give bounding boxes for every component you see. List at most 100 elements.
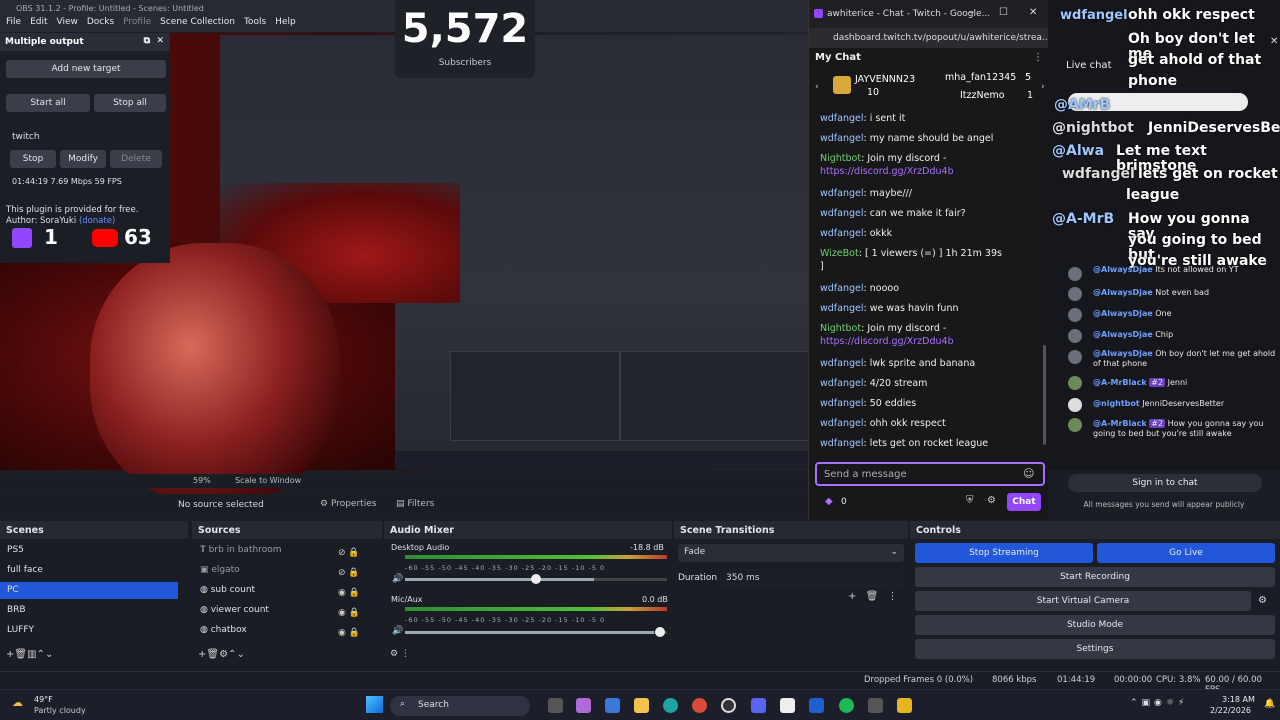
filters-button[interactable]: ▤ Filters [396, 499, 434, 509]
settings-button[interactable]: Settings [915, 639, 1275, 659]
edge-icon[interactable] [663, 698, 678, 713]
properties-button[interactable]: ⚙ Properties [320, 499, 376, 509]
float-icon[interactable]: ⧉ [144, 36, 150, 46]
virtual-camera-settings-icon[interactable]: ⚙ [1258, 595, 1267, 606]
move-down-icon[interactable]: ⌄ [236, 649, 244, 660]
go-live-button[interactable]: Go Live [1097, 543, 1275, 563]
send-message-input[interactable]: Send a message [815, 462, 1045, 486]
copilot-icon[interactable] [576, 698, 591, 713]
menu-profile[interactable]: Profile [123, 17, 151, 27]
scene-item[interactable]: BRB [7, 605, 26, 615]
add-new-target-button[interactable]: Add new target [6, 60, 166, 78]
chat-username[interactable]: wdfangel [820, 208, 864, 219]
scene-item[interactable]: LUFFY [7, 625, 34, 635]
mixer-settings-icon[interactable]: ⚙ ⋮ [390, 649, 410, 659]
visibility-icon[interactable]: ◉ 🔒 [338, 583, 360, 603]
tray-icons[interactable]: ⌃▣◉☼⚡ [1130, 698, 1188, 708]
source-settings-icon[interactable]: ⚙ [219, 649, 228, 660]
app-icon[interactable] [780, 698, 795, 713]
file-explorer-icon[interactable] [634, 698, 649, 713]
chat-username[interactable]: WizeBot [820, 248, 859, 259]
chat-username[interactable]: wdfangel [820, 398, 864, 409]
studio-mode-button[interactable]: Studio Mode [915, 615, 1275, 635]
visibility-icon[interactable]: ⊘ 🔒 [338, 543, 360, 563]
chat-username[interactable]: Nightbot [820, 323, 861, 334]
chat-username[interactable]: wdfangel [820, 378, 864, 389]
chat-send-button[interactable]: Chat [1007, 493, 1041, 511]
url-bar[interactable]: dashboard.twitch.tv/popout/u/awhiterice/… [809, 28, 1050, 48]
menu-help[interactable]: Help [275, 17, 296, 27]
volume-icon[interactable]: 🔊 [392, 574, 403, 584]
store-icon[interactable] [605, 698, 620, 713]
menu-edit[interactable]: Edit [30, 17, 47, 27]
volume-icon[interactable]: 🔊 [392, 626, 403, 636]
chat-scrollbar[interactable] [1043, 345, 1046, 445]
source-item[interactable]: ◍ sub count [200, 585, 255, 595]
mic-aux-knob[interactable] [655, 627, 665, 637]
add-transition-icon[interactable]: + [848, 591, 856, 602]
target-delete-button[interactable]: Delete [110, 150, 162, 168]
visibility-icon[interactable]: ◉ 🔒 [338, 623, 360, 643]
notification-icon[interactable]: 🔔 [1264, 699, 1275, 709]
menu-view[interactable]: View [57, 17, 78, 27]
chat-settings-icon[interactable]: ⚙ [987, 495, 996, 506]
scene-item[interactable]: full face [7, 565, 43, 575]
source-item[interactable]: 𝐓 brb in bathroom [200, 545, 281, 555]
sign-in-to-chat-button[interactable]: Sign in to chat [1068, 474, 1262, 492]
start-all-button[interactable]: Start all [6, 94, 90, 112]
desktop-audio-knob[interactable] [531, 574, 541, 584]
menu-file[interactable]: File [6, 17, 21, 27]
stop-streaming-button[interactable]: Stop Streaming [915, 543, 1093, 563]
windows-start-icon[interactable] [366, 696, 383, 713]
close-icon[interactable]: ✕ [156, 36, 164, 46]
more-options-icon[interactable]: ⋮ [1033, 52, 1043, 63]
scene-filters-icon[interactable]: ▥ [27, 649, 36, 660]
visibility-icon[interactable]: ◉ 🔒 [338, 603, 360, 623]
target-stop-button[interactable]: Stop [10, 150, 56, 168]
discord-icon[interactable] [751, 698, 766, 713]
chrome-taskbar-icon[interactable] [692, 698, 707, 713]
remove-source-icon[interactable]: 🗑 [206, 649, 219, 660]
chat-username[interactable]: wdfangel [820, 228, 864, 239]
mic-aux-slider[interactable] [405, 631, 667, 634]
discord-link[interactable]: https://discord.gg/XrzDdu4b [820, 336, 954, 347]
close-window-icon[interactable]: ✕ [1029, 7, 1037, 18]
chat-username[interactable]: wdfangel [820, 133, 864, 144]
maximize-icon[interactable]: ☐ [999, 7, 1008, 18]
menu-scene-collection[interactable]: Scene Collection [160, 17, 235, 27]
leaderboard-next-icon[interactable]: › [1041, 82, 1045, 92]
discord-link[interactable]: https://discord.gg/XrzDdu4b [820, 166, 954, 177]
scene-item-selected[interactable]: PC [0, 582, 178, 599]
chat-username[interactable]: Nightbot [820, 153, 861, 164]
chat-username[interactable]: wdfangel [820, 358, 864, 369]
chat-username[interactable]: wdfangel [820, 283, 864, 294]
valorant-icon[interactable] [809, 698, 824, 713]
chat-username[interactable]: wdfangel [820, 438, 864, 449]
start-recording-button[interactable]: Start Recording [915, 567, 1275, 587]
move-down-icon[interactable]: ⌄ [45, 649, 53, 660]
source-item[interactable]: ▣ elgato [200, 565, 240, 575]
transition-dropdown[interactable]: Fade ⌄ [678, 544, 904, 562]
start-virtual-camera-button[interactable]: Start Virtual Camera [915, 591, 1251, 611]
shield-icon[interactable]: ⛨ [966, 495, 974, 506]
move-up-icon[interactable]: ⌃ [37, 649, 45, 660]
transition-menu-icon[interactable]: ⋮ [887, 591, 897, 602]
duration-input[interactable]: 350 ms [720, 569, 904, 587]
target-modify-button[interactable]: Modify [60, 150, 106, 168]
visibility-icon[interactable]: ⊘ 🔒 [338, 563, 360, 583]
stop-all-button[interactable]: Stop all [94, 94, 166, 112]
remove-scene-icon[interactable]: 🗑 [14, 649, 27, 660]
chat-username[interactable]: wdfangel [820, 188, 864, 199]
scale-mode-dropdown[interactable]: Scale to Window [235, 476, 301, 485]
menu-docks[interactable]: Docks [87, 17, 114, 27]
app-icon[interactable] [868, 698, 883, 713]
obs-icon[interactable] [721, 698, 736, 713]
menu-tools[interactable]: Tools [244, 17, 266, 27]
minimize-icon[interactable]: – [969, 7, 974, 18]
chat-username[interactable]: wdfangel [820, 418, 864, 429]
warning-icon[interactable] [897, 698, 912, 713]
source-item[interactable]: ◍ chatbox [200, 625, 247, 635]
taskbar-search[interactable]: ⌕ Search [390, 696, 530, 716]
scene-item[interactable]: PS5 [7, 545, 24, 555]
chat-username[interactable]: wdfangel [820, 113, 864, 124]
